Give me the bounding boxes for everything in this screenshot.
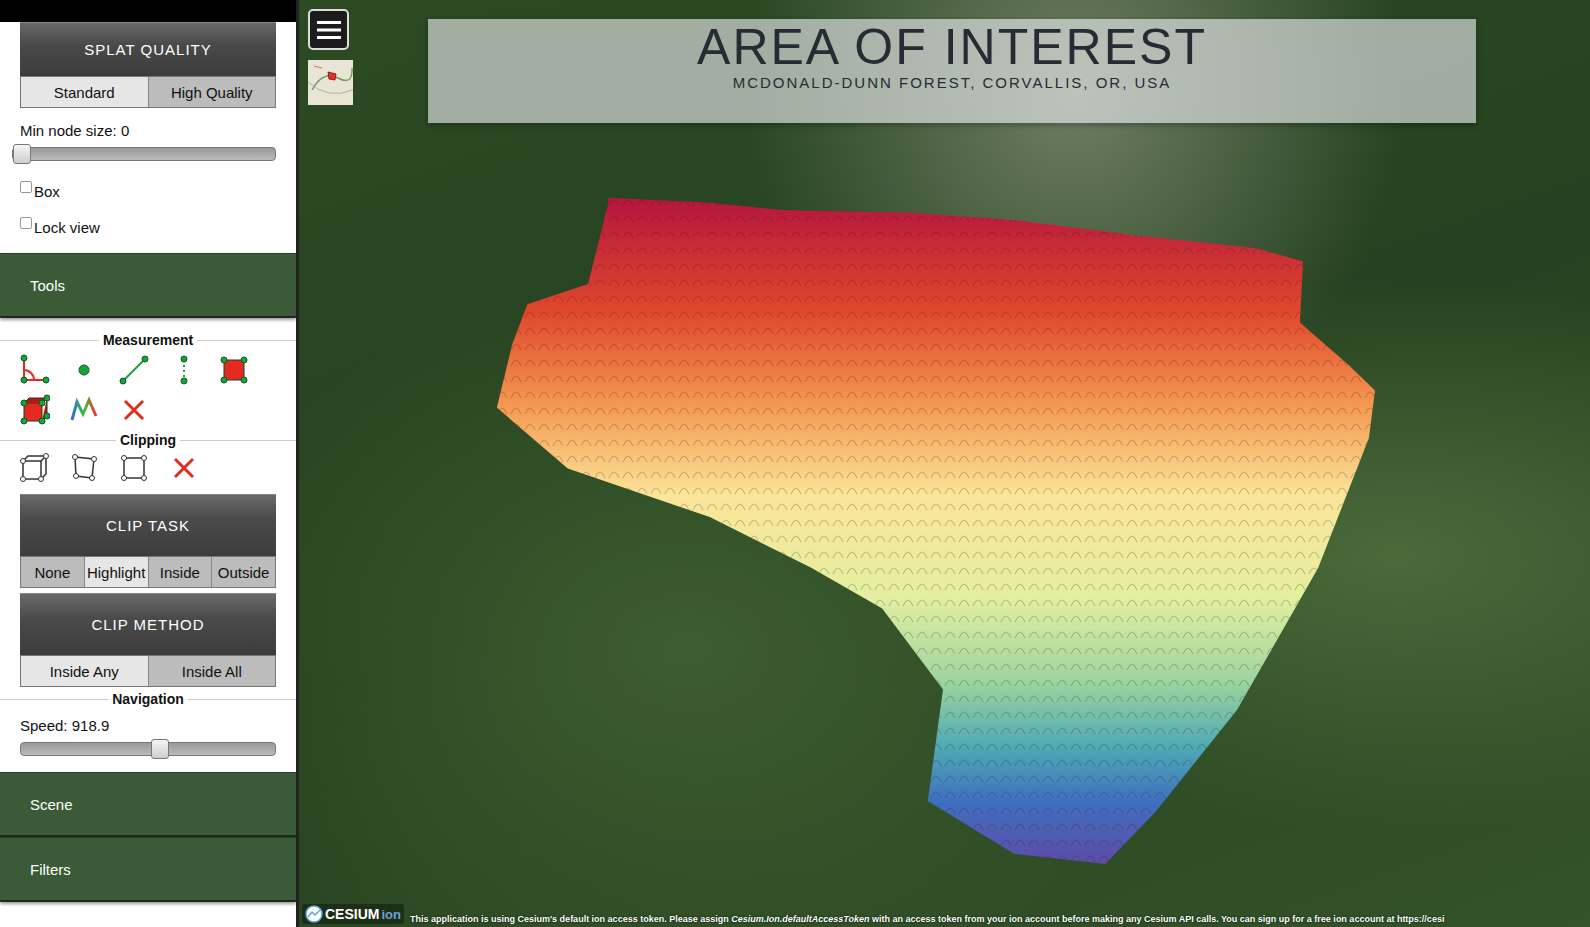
speed-label: Speed: 918.9 [0, 717, 296, 734]
option-button[interactable]: None [21, 557, 85, 587]
remove-icon[interactable] [118, 394, 150, 426]
option-button[interactable]: High Quality [149, 77, 276, 107]
height-icon[interactable] [168, 354, 200, 386]
cesium-logo-icon [305, 905, 323, 923]
distance-icon[interactable] [118, 354, 150, 386]
checkbox-row[interactable]: Lock view [0, 209, 296, 245]
banner-title: AREA OF INTEREST [697, 21, 1207, 74]
option-button[interactable]: Inside All [149, 656, 276, 686]
clip-task-options: NoneHighlightInsideOutside [20, 556, 276, 588]
min-node-size-slider[interactable] [12, 147, 276, 161]
option-button[interactable]: Outside [212, 557, 275, 587]
measurement-label: Measurement [0, 332, 296, 348]
splat-quality-header: SPLAT QUALITY [20, 22, 276, 76]
slider-thumb[interactable] [13, 144, 31, 164]
cesium-logo[interactable]: CESIUMion [302, 904, 404, 924]
navigation-label: Navigation [0, 691, 296, 707]
point-cloud[interactable] [299, 0, 1590, 927]
clipping-label: Clipping [0, 432, 296, 448]
map-view[interactable]: AREA OF INTERESTMCDONALD-DUNN FOREST, CO… [299, 0, 1590, 927]
option-button[interactable]: Standard [21, 77, 149, 107]
menu-icon [316, 19, 342, 41]
sidebar-section[interactable]: Scene [0, 772, 296, 837]
area-icon[interactable] [218, 354, 250, 386]
clipping-tools [0, 448, 270, 484]
menu-button[interactable] [308, 9, 349, 50]
clip-method-options: Inside AnyInside All [20, 655, 276, 687]
clip-method-header: CLIP METHOD [20, 593, 276, 655]
speed-slider[interactable] [20, 742, 276, 756]
viewer-page: SPLAT QUALITYStandardHigh Quality Min nod… [0, 0, 1590, 927]
sidebar-section[interactable]: Filters [0, 837, 296, 902]
point-icon[interactable] [68, 354, 100, 386]
profile-icon[interactable] [68, 394, 100, 426]
checkbox[interactable] [20, 217, 32, 229]
option-button[interactable]: Inside Any [21, 656, 149, 686]
minimap-icon [308, 60, 353, 105]
measurement-tools [0, 348, 270, 426]
option-button[interactable]: Highlight [85, 557, 149, 587]
minimap-button[interactable] [308, 60, 353, 105]
sidebar: SPLAT QUALITYStandardHigh Quality Min nod… [0, 0, 299, 927]
banner-subtitle: MCDONALD-DUNN FOREST, CORVALLIS, OR, USA [733, 74, 1172, 91]
checkbox[interactable] [20, 181, 32, 193]
sidebar-top-bar [0, 0, 296, 22]
clip-volume-icon[interactable] [18, 452, 50, 484]
option-button[interactable]: Inside [149, 557, 213, 587]
angle-icon[interactable] [18, 354, 50, 386]
credits-bar: CESIUMion This application is using Cesiu… [302, 904, 1590, 924]
clip-screen-box-icon[interactable] [118, 452, 150, 484]
min-node-size-label: Min node size: 0 [0, 122, 296, 139]
remove-clip-icon[interactable] [168, 452, 200, 484]
token-notice: This application is using Cesium's defau… [410, 914, 1590, 924]
checkbox-row[interactable]: Box [0, 173, 296, 209]
title-banner: AREA OF INTERESTMCDONALD-DUNN FOREST, CO… [428, 19, 1476, 123]
volume-icon[interactable] [18, 394, 50, 426]
slider-thumb[interactable] [151, 739, 169, 759]
splat-quality-options: StandardHigh Quality [20, 76, 276, 108]
tools-section[interactable]: Tools [0, 253, 296, 318]
clip-task-header: CLIP TASK [20, 494, 276, 556]
clip-polygon-icon[interactable] [68, 452, 100, 484]
